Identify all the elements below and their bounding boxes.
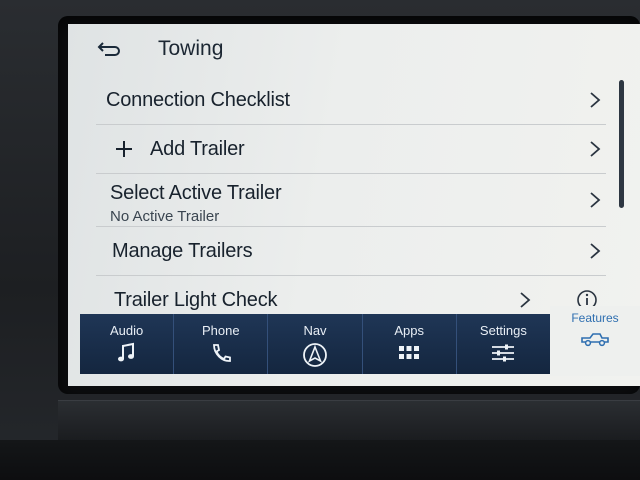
features-label: Features <box>571 311 619 325</box>
grid-icon <box>399 346 420 359</box>
chevron-right-icon <box>590 243 601 259</box>
nav-phone[interactable]: Phone <box>174 314 269 374</box>
nav-label: Phone <box>202 323 240 338</box>
back-button[interactable] <box>90 34 126 64</box>
sliders-icon <box>492 344 515 362</box>
dashboard-trim <box>58 400 640 441</box>
towing-menu-list: Connection Checklist Add Trailer Select … <box>96 76 606 324</box>
dashboard-vent <box>0 440 640 480</box>
menu-item-connection-checklist[interactable]: Connection Checklist <box>96 76 606 125</box>
menu-item-label: Manage Trailers <box>112 239 253 262</box>
nav-label: Settings <box>479 323 527 338</box>
menu-item-manage-trailers[interactable]: Manage Trailers <box>96 227 606 276</box>
menu-item-add-trailer[interactable]: Add Trailer <box>96 125 606 174</box>
nav-settings[interactable]: Settings <box>457 314 550 374</box>
nav-label: Audio <box>109 323 144 338</box>
chevron-right-icon <box>590 92 601 108</box>
active-trailer-status: No Active Trailer <box>110 208 220 225</box>
chevron-right-icon <box>520 292 531 308</box>
nav-audio[interactable]: Audio <box>80 314 175 374</box>
menu-item-select-active-trailer[interactable]: Select Active Trailer No Active Trailer <box>96 174 606 227</box>
header: Towing <box>68 24 640 74</box>
navigation-arrow-icon <box>303 343 327 367</box>
music-note-icon <box>117 342 134 362</box>
phone-icon <box>212 344 231 362</box>
menu-item-label: Trailer Light Check <box>114 288 278 311</box>
nav-label: Nav <box>303 323 327 338</box>
plus-icon <box>116 141 132 157</box>
nav-label: Apps <box>394 323 425 338</box>
menu-item-label: Add Trailer <box>150 137 245 160</box>
nav-apps[interactable]: Apps <box>363 314 457 374</box>
back-arrow-icon <box>97 42 120 56</box>
chevron-right-icon <box>590 141 601 157</box>
menu-item-label: Connection Checklist <box>106 88 290 111</box>
features-tab[interactable]: Features <box>550 306 640 376</box>
truck-icon <box>581 333 609 347</box>
bottom-nav-bar: Audio Phone Nav Apps Settings <box>80 314 550 374</box>
infotainment-screen: Towing Connection Checklist Add Trailer … <box>68 24 640 386</box>
menu-item-label: Select Active Trailer <box>110 182 282 204</box>
scrollbar[interactable] <box>619 80 624 208</box>
nav-nav[interactable]: Nav <box>268 314 363 374</box>
page-title: Towing <box>158 37 224 60</box>
chevron-right-icon <box>590 192 601 208</box>
